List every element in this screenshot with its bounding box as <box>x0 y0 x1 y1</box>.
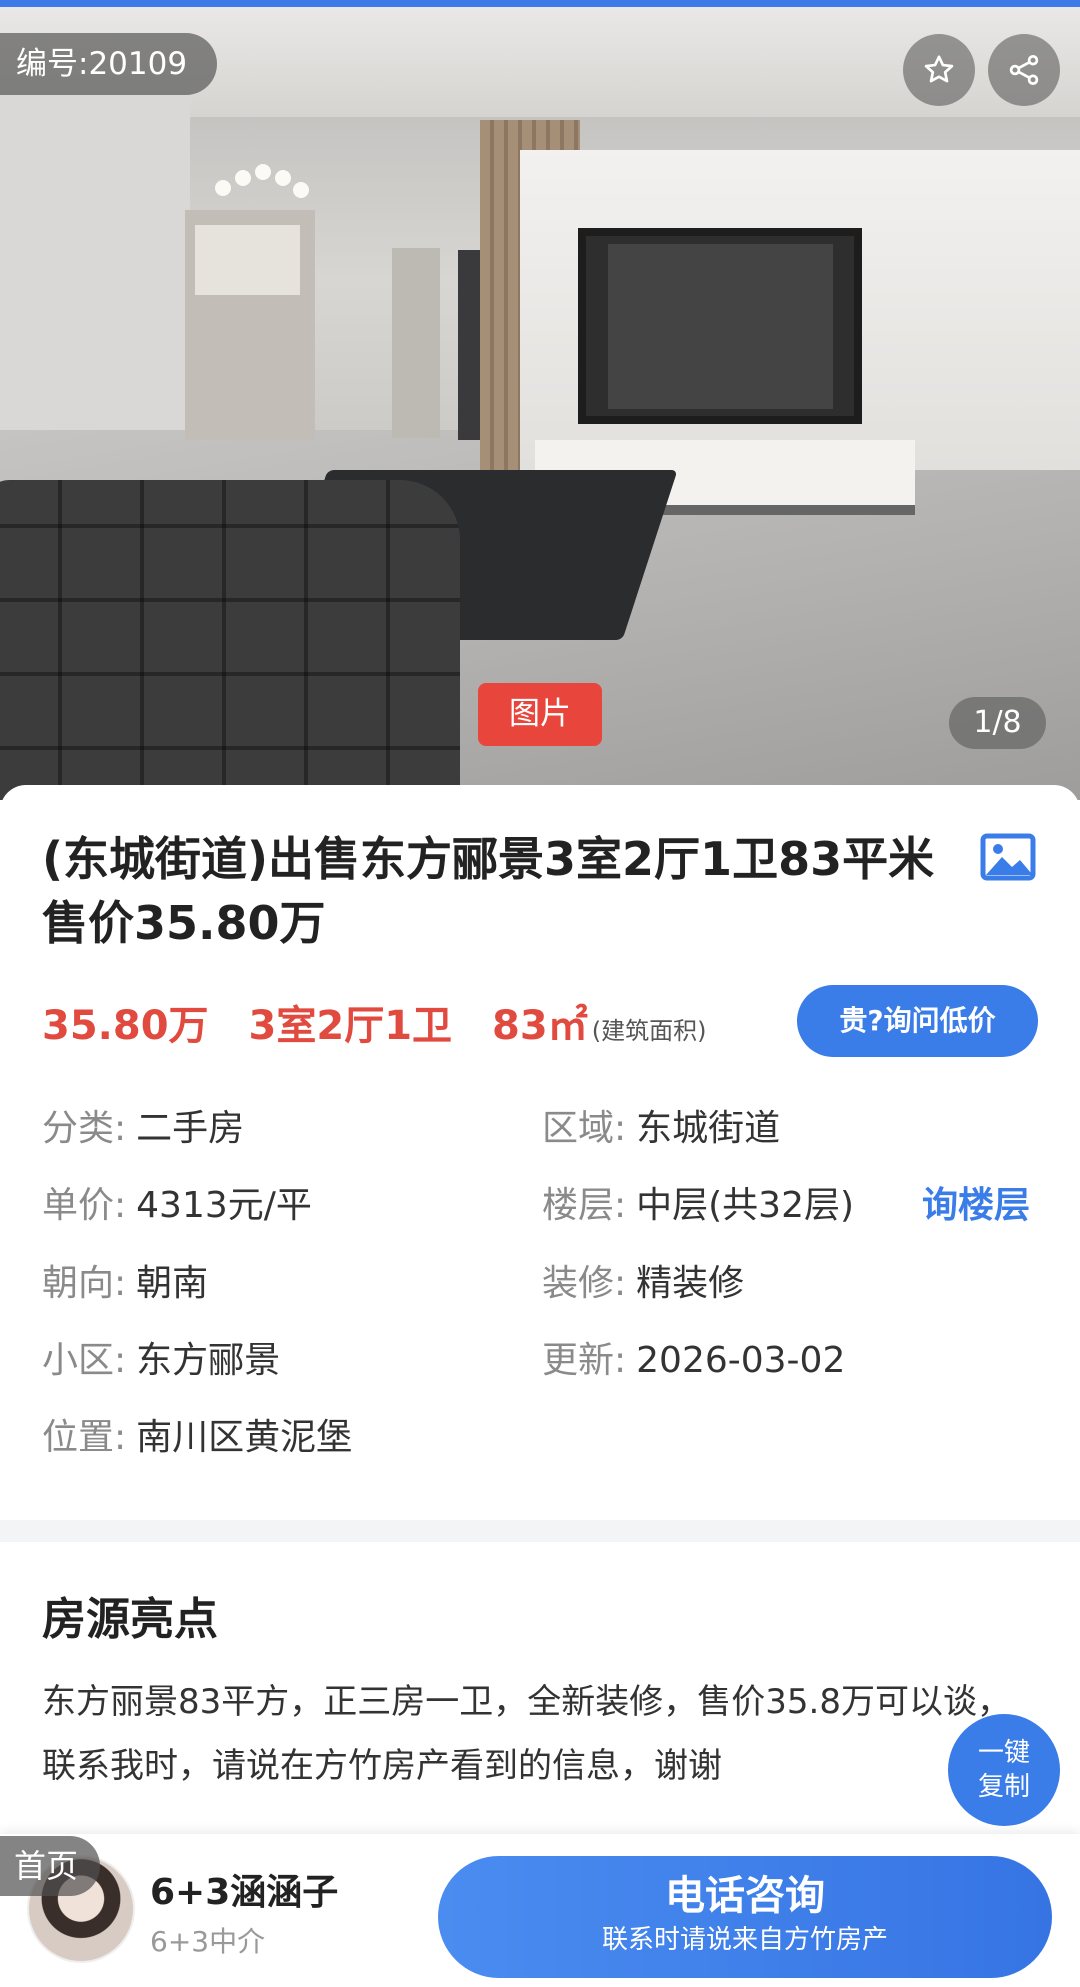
attr-floor: 楼层: 中层(共32层) <box>542 1185 855 1226</box>
attr-category: 分类: 二手房 <box>42 1108 245 1149</box>
highlights-text: 东方丽景83平方，正三房一卫，全新装修，售价35.8万可以谈，联系我时，请说在方… <box>42 1682 1011 1786</box>
attr-orientation: 朝向: 朝南 <box>42 1263 209 1304</box>
attr-updated: 更新: 2026-03-02 <box>542 1340 846 1381</box>
photo-door <box>392 248 440 438</box>
photo-counter: 1/8 <box>949 697 1046 749</box>
home-button[interactable]: 首页 <box>0 1836 100 1896</box>
ask-lower-price-button[interactable]: 贵?询问低价 <box>797 985 1038 1057</box>
photo-cabinet <box>195 225 300 295</box>
photo-sofa <box>0 480 460 800</box>
key-facts-row: 35.80万 3室2厅1卫 83㎡ (建筑面积) <box>42 993 706 1053</box>
area-note: (建筑面积) <box>591 1017 707 1045</box>
listing-photo[interactable]: 编号:20109 图片 1/8 <box>0 0 1080 800</box>
attr-region: 区域: 东城街道 <box>542 1108 781 1149</box>
layout-value: 3室2厅1卫 <box>248 1003 453 1049</box>
copy-button[interactable]: 一键 复制 <box>948 1714 1060 1826</box>
attr-decoration: 装修: 精装修 <box>542 1263 745 1304</box>
listing-id-badge: 编号:20109 <box>0 33 218 95</box>
attr-unit-price: 单价: 4313元/平 <box>42 1185 312 1226</box>
section-divider <box>0 1520 1080 1542</box>
agent-name: 6+3涵涵子 <box>150 1872 339 1913</box>
attr-location: 位置: 南川区黄泥堡 <box>42 1417 353 1458</box>
top-accent-bar <box>0 0 1080 7</box>
agent-title: 6+3中介 <box>150 1925 266 1958</box>
album-icon[interactable] <box>980 833 1036 881</box>
share-icon <box>1009 55 1039 85</box>
price-value: 35.80万 <box>42 1003 209 1049</box>
photo-chandelier <box>215 160 309 220</box>
star-icon <box>924 55 954 83</box>
listing-title: (东城街道)出售东方郦景3室2厅1卫83平米 售价35.80万 <box>42 832 935 950</box>
highlights-title: 房源亮点 <box>42 1594 218 1645</box>
favorite-button[interactable] <box>903 34 975 106</box>
phone-consult-button[interactable]: 电话咨询 联系时请说来自方竹房产 <box>438 1856 1052 1978</box>
attr-community: 小区: 东方郦景 <box>42 1340 281 1381</box>
area-value: 83㎡ <box>492 1003 588 1049</box>
photo-tab[interactable]: 图片 <box>478 683 602 746</box>
ask-floor-link[interactable]: 询楼层 <box>922 1182 1030 1230</box>
share-button[interactable] <box>988 34 1060 106</box>
photo-tv <box>578 228 862 424</box>
